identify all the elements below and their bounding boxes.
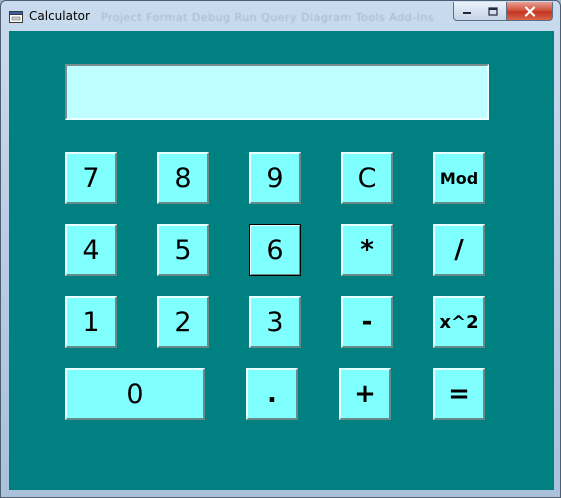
key-5[interactable]: 5	[157, 224, 209, 276]
close-icon	[524, 5, 535, 17]
key-4[interactable]: 4	[65, 224, 117, 276]
clear-button[interactable]: C	[341, 152, 393, 204]
maximize-button[interactable]	[480, 2, 507, 21]
calculator-window: Calculator Project Format Debug Run Quer…	[0, 0, 561, 498]
key-7[interactable]: 7	[65, 152, 117, 204]
subtract-button[interactable]: -	[341, 296, 393, 348]
key-0[interactable]: 0	[65, 368, 205, 420]
key-6[interactable]: 6	[249, 224, 301, 276]
minimize-button[interactable]	[453, 2, 481, 21]
result-display[interactable]	[65, 64, 489, 120]
key-9[interactable]: 9	[249, 152, 301, 204]
window-title: Calculator	[29, 9, 90, 23]
add-button[interactable]: +	[339, 368, 391, 420]
close-button[interactable]	[506, 2, 553, 21]
calculator-window-icon[interactable]	[9, 10, 23, 23]
minimize-icon	[463, 12, 471, 14]
multiply-button[interactable]: *	[341, 224, 393, 276]
title-bar[interactable]: Calculator Project Format Debug Run Quer…	[1, 1, 560, 31]
key-1[interactable]: 1	[65, 296, 117, 348]
key-2[interactable]: 2	[157, 296, 209, 348]
mod-button[interactable]: Mod	[433, 152, 485, 204]
maximize-icon	[488, 6, 498, 16]
background-menu-ghost: Project Format Debug Run Query Diagram T…	[101, 11, 435, 24]
decimal-button[interactable]: .	[246, 368, 298, 420]
key-8[interactable]: 8	[157, 152, 209, 204]
calculator-body: 7 8 9 C Mod 4 5 6 * / 1 2 3 - x^2 0 . + …	[9, 31, 554, 490]
divide-button[interactable]: /	[433, 224, 485, 276]
square-button[interactable]: x^2	[433, 296, 485, 348]
key-3[interactable]: 3	[249, 296, 301, 348]
equals-button[interactable]: =	[433, 368, 485, 420]
